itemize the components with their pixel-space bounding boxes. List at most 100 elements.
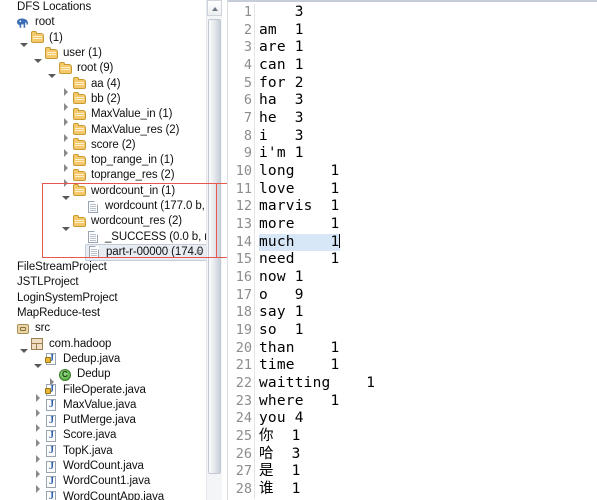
tree-row[interactable]: part-r-00000 (174.0 b, r2)≡ <box>0 243 206 261</box>
tree-row-project[interactable]: MapReduce-test <box>0 306 206 321</box>
project-tree[interactable]: DFS Locations root (1) user (1) root (9) aa (… <box>0 0 206 500</box>
tree-row-label: JSTLProject <box>17 276 79 289</box>
tree-row[interactable]: (1) <box>0 31 206 48</box>
tree-row-content: root <box>15 15 57 30</box>
word-token: 谁 <box>259 481 274 498</box>
java-class-icon-glyph <box>59 368 71 381</box>
word-token: time <box>259 357 295 374</box>
tree-row[interactable]: WordCount1.java <box>0 474 206 494</box>
package-icon <box>30 337 46 351</box>
count-token: 3 <box>294 127 304 144</box>
line-number: 18 <box>235 304 252 321</box>
word-token: much <box>259 233 295 250</box>
editor-line[interactable]: 13 more 1 <box>228 216 597 234</box>
word-token: love <box>259 180 295 197</box>
editor-line[interactable]: 17 o 9 <box>228 286 597 305</box>
editor-line[interactable]: 4 can 1 <box>228 57 597 75</box>
tree-row[interactable]: top_range_in (1) <box>0 153 206 173</box>
tree-row[interactable]: Dedup.java <box>0 352 206 369</box>
tree-row-project[interactable]: FileStreamProject <box>0 260 206 275</box>
line-number: 16 <box>235 269 252 286</box>
editor-line[interactable]: 24 you 4 <box>228 410 597 429</box>
editor-line[interactable]: 12 marvis 1 <box>228 198 597 217</box>
editor-line[interactable]: 6 ha 3 <box>228 92 597 111</box>
tab-whitespace <box>286 269 295 285</box>
tree-row[interactable]: FileOperate.java <box>0 382 206 402</box>
editor-line[interactable]: 11 love 1 <box>228 180 597 199</box>
tree-row[interactable]: Score.java <box>0 428 206 448</box>
scroll-up-arrow-icon[interactable] <box>207 0 222 16</box>
tree-row[interactable]: MaxValue_in (1) <box>0 107 206 127</box>
editor-line[interactable]: 26 哈 3 <box>228 445 597 464</box>
editor-line[interactable]: 27 是 1 <box>228 463 597 482</box>
text-editor-panel[interactable]: 1 3 2 am 1 3 are 1 4 can 1 5 for 2 6 ha 3 7 he 38i 3… <box>228 0 597 500</box>
line-number: 17 <box>235 286 252 303</box>
line-number: 14 <box>235 233 252 250</box>
tree-row[interactable]: aa (4) <box>0 76 206 96</box>
tree-row-content: toprange_res (2) <box>71 168 177 183</box>
tree-row-content: wordcount_res (2) <box>71 214 185 229</box>
editor-line[interactable]: 8i 3 <box>228 127 597 146</box>
tree-row[interactable]: toprange_res (2) <box>0 168 206 188</box>
editor-line[interactable]: 16 now 1 <box>228 269 597 287</box>
tree-row-label: LoginSystemProject <box>17 291 118 304</box>
editor-line[interactable]: 14 much 1 <box>228 233 597 252</box>
scrollbar-thumb[interactable] <box>208 19 221 474</box>
editor-line[interactable]: 2 am 1 <box>228 21 597 40</box>
tree-row-project[interactable]: DFS Locations <box>0 0 206 15</box>
folder-icon <box>72 77 88 91</box>
java-file-icon <box>44 490 60 500</box>
tree-row[interactable]: bb (2) <box>0 92 206 111</box>
editor-line-text: now 1 <box>259 269 304 287</box>
tree-row-label: wordcount_in (1) <box>91 184 176 197</box>
editor-line[interactable]: 20 than 1 <box>228 339 597 358</box>
editor-line[interactable]: 28 谁 1 <box>228 481 597 499</box>
editor-line[interactable]: 1 3 <box>228 4 597 22</box>
editor-line-text: say 1 <box>259 304 304 322</box>
tree-row[interactable]: wordcount_res (2) <box>0 214 206 231</box>
editor-content[interactable]: 1 3 2 am 1 3 are 1 4 can 1 5 for 2 6 ha 3 7 he 38i 3… <box>228 2 597 499</box>
tree-row[interactable]: WordCount.java <box>0 459 206 479</box>
editor-line[interactable]: 21 time 1 <box>228 357 597 376</box>
folder-icon-glyph <box>73 168 86 181</box>
tab-whitespace <box>274 428 292 444</box>
tree-row[interactable]: user (1) <box>0 46 206 63</box>
tree-row[interactable]: root <box>0 15 206 30</box>
editor-line[interactable]: 9 i'm 1 <box>228 145 597 164</box>
tree-row-project[interactable]: JSTLProject <box>0 275 206 290</box>
tree-row[interactable]: src <box>0 321 206 336</box>
tree-row[interactable]: wordcount (177.0 b, r2) <box>0 199 206 214</box>
java-file-locked-icon-glyph <box>45 384 56 397</box>
tree-row[interactable]: root (9) <box>0 61 206 78</box>
tree-row[interactable]: wordcount_in (1) <box>0 184 206 201</box>
editor-line[interactable]: 10 long 1 <box>228 163 597 181</box>
tree-row[interactable]: score (2) <box>0 138 206 157</box>
editor-line-text: i'm 1 <box>259 145 304 163</box>
tab-whitespace <box>286 75 295 91</box>
tree-row[interactable]: PutMerge.java <box>0 413 206 433</box>
editor-line[interactable]: 22 waitting 1 <box>228 375 597 393</box>
tree-row[interactable]: MaxValue.java <box>0 398 206 417</box>
editor-line[interactable]: 23 where 1 <box>228 392 597 411</box>
tree-vertical-scrollbar[interactable] <box>206 0 222 500</box>
editor-line[interactable]: 3 are 1 <box>228 39 597 58</box>
tree-row-label: toprange_res (2) <box>91 169 175 182</box>
tree-row-content: top_range_in (1) <box>71 153 177 168</box>
editor-line[interactable]: 5 for 2 <box>228 74 597 93</box>
folder-icon-glyph <box>73 77 86 90</box>
tree-row[interactable]: WordCountApp.java <box>0 490 206 500</box>
tree-row[interactable]: _SUCCESS (0.0 b, r2) <box>0 229 206 244</box>
tree-row[interactable]: MaxValue_res (2) <box>0 122 206 142</box>
tree-row[interactable]: Dedup <box>0 367 206 387</box>
tree-row-label: FileOperate.java <box>63 383 146 396</box>
editor-line[interactable]: 25 你 1 <box>228 428 597 446</box>
editor-line[interactable]: 7 he 3 <box>228 110 597 128</box>
tree-row[interactable]: TopK.java <box>0 444 206 463</box>
tree-row-project[interactable]: LoginSystemProject <box>0 291 206 306</box>
editor-line[interactable]: 15 need 1 <box>228 251 597 270</box>
tree-row[interactable]: com.hadoop <box>0 337 206 354</box>
folder-icon-glyph <box>73 138 86 151</box>
editor-line[interactable]: 19 so 1 <box>228 322 597 340</box>
editor-line[interactable]: 18 say 1 <box>228 304 597 323</box>
editor-line-text: where 1 <box>259 393 339 411</box>
